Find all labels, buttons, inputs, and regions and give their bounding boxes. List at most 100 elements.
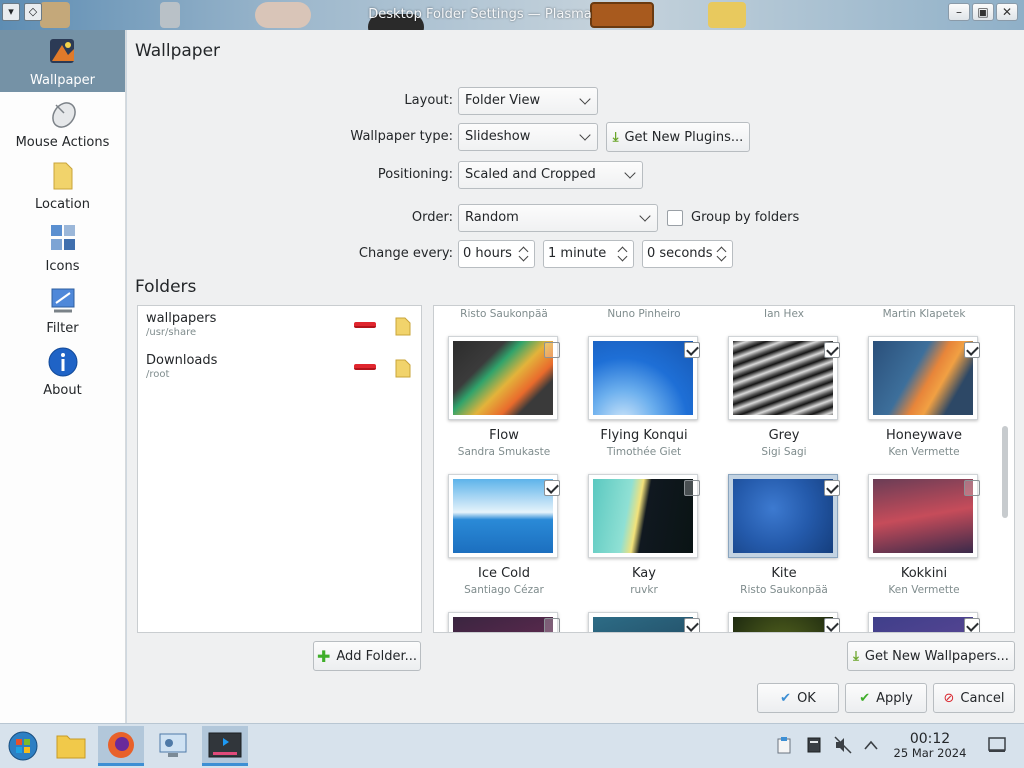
open-folder-icon[interactable] (394, 316, 412, 336)
tile-name: Flow (489, 428, 519, 443)
minimize-button[interactable]: – (948, 3, 970, 21)
wallpaper-icon (46, 35, 80, 69)
tile-author: Risto Saukonpää (460, 308, 548, 320)
order-label: Order: (411, 210, 453, 225)
tile-author: Sandra Smukaste (457, 446, 551, 458)
wallpaper-checkbox[interactable] (964, 618, 980, 632)
wallpaper-checkbox[interactable] (824, 480, 840, 496)
maximize-button[interactable]: ▣ (972, 3, 994, 21)
plasma-icon (208, 732, 242, 757)
sidebar-item-about[interactable]: About (0, 340, 125, 402)
apply-label: Apply (876, 690, 913, 706)
tile-name: Kay (632, 566, 656, 581)
grid-scrollbar[interactable] (1002, 426, 1008, 518)
positioning-value: Scaled and Cropped (465, 167, 596, 182)
get-new-plugins-button[interactable]: ⤓ Get New Plugins... (606, 122, 750, 152)
seconds-spinbox[interactable]: 0 seconds (642, 240, 733, 268)
wallpaper-checkbox[interactable] (824, 618, 840, 632)
check-icon: ✔ (780, 690, 792, 706)
ok-button[interactable]: ✔ OK (757, 683, 839, 713)
tile-author: Santiago Cézar (464, 584, 544, 596)
remove-folder-icon[interactable] (354, 322, 376, 328)
wallpaper-tile-kite[interactable]: Kite Risto Saukonpää (714, 474, 854, 610)
chevron-up-icon[interactable] (862, 736, 880, 754)
spin-arrows-icon[interactable] (518, 243, 530, 265)
sidebar-item-wallpaper[interactable]: Wallpaper (0, 30, 125, 92)
wallpaper-thumbnail (728, 474, 838, 558)
ok-label: OK (797, 690, 816, 706)
download-icon: ⤓ (853, 648, 859, 664)
wallpaper-tile[interactable] (574, 612, 714, 632)
add-folder-button[interactable]: ✚ Add Folder... (313, 641, 421, 671)
clock-time: 00:12 (909, 731, 951, 747)
wallpaper-checkbox[interactable] (684, 480, 700, 496)
sidebar-item-mouse-actions[interactable]: Mouse Actions (0, 92, 125, 154)
wallpaper-checkbox[interactable] (964, 480, 980, 496)
tile-author: Risto Saukonpää (740, 584, 828, 596)
wallpaper-thumbnail (868, 336, 978, 420)
wallpaper-checkbox[interactable] (964, 342, 980, 358)
wallpaper-checkbox[interactable] (544, 480, 560, 496)
cancel-button[interactable]: ⊘ Cancel (933, 683, 1015, 713)
tile-name: Kokkini (900, 566, 948, 581)
volume-muted-icon[interactable] (834, 736, 852, 754)
clipboard-icon[interactable] (775, 736, 793, 754)
order-dropdown[interactable]: Random (458, 204, 658, 232)
list-item[interactable]: Downloads /root (138, 348, 421, 390)
close-button[interactable]: ✕ (996, 3, 1018, 21)
group-by-folders-checkbox[interactable] (667, 210, 683, 226)
wallpaper-tile-kay[interactable]: Kay ruvkr (574, 474, 714, 610)
spin-arrows-icon[interactable] (716, 243, 728, 265)
storage-icon[interactable] (805, 736, 823, 754)
wallpaper-tile[interactable] (854, 612, 994, 632)
wallpaper-thumbnail (728, 336, 838, 420)
wallpaper-tile-kokkini[interactable]: Kokkini Ken Vermette (854, 474, 994, 610)
wallpaper-tile-flying-konqui[interactable]: Flying Konqui Timothée Giet (574, 336, 714, 472)
sidebar-item-icons[interactable]: Icons (0, 216, 125, 278)
apply-button[interactable]: ✔ Apply (845, 683, 927, 713)
get-new-wallpapers-button[interactable]: ⤓ Get New Wallpapers... (847, 641, 1015, 671)
start-menu-button[interactable] (0, 726, 46, 766)
clock[interactable]: 00:12 25 Mar 2024 (885, 731, 975, 760)
taskbar-file-manager[interactable] (48, 726, 94, 766)
sidebar-item-label: About (43, 383, 82, 398)
layout-dropdown[interactable]: Folder View (458, 87, 598, 115)
chevron-down-icon (579, 93, 591, 105)
sidebar-item-filter[interactable]: Filter (0, 278, 125, 340)
wallpaper-checkbox[interactable] (684, 618, 700, 632)
tile-author: Nuno Pinheiro (607, 308, 681, 320)
wallpaper-tile[interactable] (714, 612, 854, 632)
download-icon: ⤓ (612, 129, 619, 145)
wallpaper-tile-grey[interactable]: Grey Sigi Sagi (714, 336, 854, 472)
wallpaper-tile-ice-cold[interactable]: Ice Cold Santiago Cézar (434, 474, 574, 610)
chevron-down-icon (624, 167, 636, 179)
minutes-spinbox[interactable]: 1 minute (543, 240, 634, 268)
wallpaper-tile[interactable] (434, 612, 574, 632)
wallpaper-checkbox[interactable] (684, 342, 700, 358)
wallpaper-checkbox[interactable] (544, 342, 560, 358)
open-folder-icon[interactable] (394, 358, 412, 378)
tile-name: Kite (771, 566, 797, 581)
positioning-label: Positioning: (377, 167, 453, 182)
wallpaper-tile-flow[interactable]: Flow Sandra Smukaste (434, 336, 574, 472)
wallpaper-type-dropdown[interactable]: Slideshow (458, 123, 598, 151)
show-desktop-icon[interactable] (988, 736, 1006, 754)
wallpaper-checkbox[interactable] (544, 618, 560, 632)
seconds-value: 0 seconds (647, 246, 713, 261)
hours-spinbox[interactable]: 0 hours (458, 240, 535, 268)
sidebar-item-location[interactable]: Location (0, 154, 125, 216)
firefox-icon (108, 731, 134, 758)
remove-folder-icon[interactable] (354, 364, 376, 370)
spin-arrows-icon[interactable] (617, 243, 629, 265)
wallpaper-tile-honeywave[interactable]: Honeywave Ken Vermette (854, 336, 994, 472)
settings-content: Wallpaper Layout: Folder View Wallpaper … (127, 30, 1024, 723)
wallpaper-checkbox[interactable] (824, 342, 840, 358)
list-item[interactable]: wallpapers /usr/share (138, 306, 421, 348)
taskbar-plasma-settings[interactable] (202, 726, 248, 766)
change-every-label: Change every: (358, 246, 453, 261)
settings-sidebar: Wallpaper Mouse Actions Location Icons F… (0, 30, 126, 723)
taskbar-system-settings[interactable] (150, 726, 196, 766)
wallpaper-type-value: Slideshow (465, 129, 531, 144)
taskbar-firefox[interactable] (98, 726, 144, 766)
positioning-dropdown[interactable]: Scaled and Cropped (458, 161, 643, 189)
